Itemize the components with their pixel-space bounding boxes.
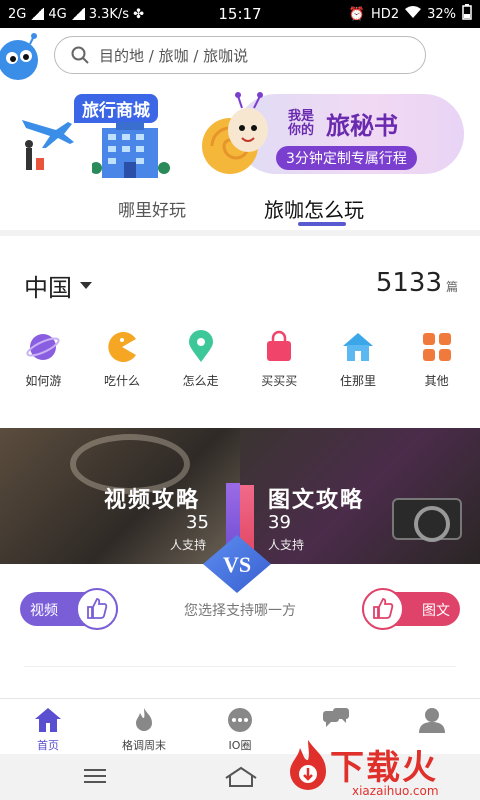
grid-icon bbox=[422, 333, 451, 361]
article-count-unit: 篇 bbox=[445, 280, 458, 294]
nav-home[interactable]: 首页 bbox=[0, 699, 96, 754]
chat-dots-icon bbox=[228, 708, 252, 732]
search-placeholder: 目的地 / 旅咖 / 旅咖说 bbox=[99, 46, 249, 65]
chevron-down-icon bbox=[80, 282, 92, 289]
network-type-2: 4G bbox=[48, 6, 67, 22]
vote-image-label: 图文 bbox=[422, 603, 450, 619]
user-icon bbox=[419, 708, 445, 733]
nav-weekend[interactable]: 格调周末 bbox=[96, 699, 192, 754]
article-count: 5133 篇 bbox=[376, 268, 458, 298]
watermark-url: xiazaihuo.com bbox=[352, 784, 439, 798]
image-support-count: 39 bbox=[268, 512, 291, 533]
watermark-text: 下载火 bbox=[330, 748, 438, 788]
nav-label: 首页 bbox=[37, 739, 59, 752]
vs-text: VS bbox=[223, 552, 251, 577]
category-label: 如何游 bbox=[25, 374, 62, 388]
category-shopping[interactable]: 买买买 bbox=[241, 330, 317, 400]
tab-how-play[interactable]: 旅咖怎么玩 bbox=[264, 194, 364, 223]
watermark-flame-logo bbox=[290, 740, 326, 790]
image-guide-title: 图文攻略 bbox=[268, 488, 365, 513]
category-stay[interactable]: 住那里 bbox=[320, 330, 396, 400]
region-selector[interactable]: 中国 bbox=[24, 268, 92, 303]
category-label: 买买买 bbox=[261, 374, 298, 388]
divider bbox=[24, 666, 456, 667]
snail-mascot-illustration bbox=[202, 92, 268, 174]
battery-level: 32% bbox=[427, 6, 456, 22]
content-tabs: 哪里好玩 旅咖怎么玩 bbox=[0, 186, 480, 236]
location-pin-icon bbox=[188, 330, 213, 362]
video-support-count: 35 bbox=[186, 512, 209, 533]
alarm-icon: ⏰ bbox=[348, 6, 366, 22]
pacman-icon bbox=[108, 332, 136, 362]
search-icon bbox=[71, 46, 89, 64]
nav-label: 格调周末 bbox=[122, 739, 166, 752]
signal-icon-2 bbox=[70, 8, 85, 20]
nav-io-circle[interactable]: IO圈 bbox=[192, 699, 288, 754]
vote-row: 视频 您选择支持哪一方 图文 bbox=[0, 588, 480, 634]
status-left: 2G 4G 3.3K/s ✤ bbox=[8, 7, 349, 22]
category-label: 吃什么 bbox=[103, 374, 140, 388]
video-guide-title: 视频攻略 bbox=[104, 488, 201, 513]
secretary-big-text: 旅秘书 bbox=[326, 112, 398, 140]
image-support-label: 人支持 bbox=[268, 538, 305, 552]
battery-icon bbox=[462, 4, 472, 24]
wifi-icon bbox=[405, 6, 422, 22]
secretary-subtitle: 3分钟定制专属行程 bbox=[276, 146, 417, 170]
status-bar: 2G 4G 3.3K/s ✤ 15:17 ⏰ HD2 32% bbox=[0, 0, 480, 28]
house-icon bbox=[342, 333, 373, 361]
region-label: 中国 bbox=[24, 274, 72, 302]
messages-icon bbox=[323, 708, 349, 727]
category-label: 怎么走 bbox=[182, 374, 219, 388]
category-other[interactable]: 其他 bbox=[399, 330, 475, 400]
category-label: 其他 bbox=[424, 374, 449, 388]
flame-icon bbox=[136, 708, 152, 731]
article-count-value: 5133 bbox=[375, 268, 442, 298]
fan-icon: ✤ bbox=[133, 6, 144, 22]
camera-image bbox=[392, 498, 462, 542]
shopping-bag-icon bbox=[267, 330, 292, 361]
promo-banner[interactable]: 旅行商城 我是你的 旅秘书 3分钟定制专属行程 bbox=[0, 86, 480, 186]
category-how-travel[interactable]: 如何游 bbox=[5, 330, 81, 400]
category-label: 住那里 bbox=[339, 374, 376, 388]
category-what-eat[interactable]: 吃什么 bbox=[84, 330, 160, 400]
network-type: 2G bbox=[8, 6, 27, 22]
video-support-label: 人支持 bbox=[170, 538, 207, 552]
home-outline-icon[interactable] bbox=[224, 766, 258, 788]
category-how-go[interactable]: 怎么走 bbox=[163, 330, 239, 400]
nav-label: IO圈 bbox=[228, 739, 252, 752]
hd-indicator: HD2 bbox=[371, 6, 400, 22]
network-speed: 3.3K/s bbox=[88, 6, 130, 22]
search-header: 目的地 / 旅咖 / 旅咖说 bbox=[0, 28, 480, 84]
mascot-logo[interactable] bbox=[0, 30, 44, 82]
planet-icon bbox=[26, 334, 60, 360]
home-icon bbox=[35, 708, 61, 732]
travel-mall-label[interactable]: 旅行商城 bbox=[74, 94, 158, 123]
vote-image-button[interactable]: 图文 bbox=[362, 588, 460, 630]
plane-traveler-illustration bbox=[22, 120, 74, 170]
vs-badge: VS bbox=[203, 535, 271, 593]
signal-icon bbox=[30, 8, 45, 20]
menu-icon[interactable] bbox=[84, 769, 106, 783]
thumbs-up-icon bbox=[362, 588, 404, 630]
secretary-small-text: 我是你的 bbox=[288, 108, 315, 138]
active-tab-indicator bbox=[298, 222, 346, 226]
search-input[interactable]: 目的地 / 旅咖 / 旅咖说 bbox=[54, 36, 426, 74]
hotel-building-illustration bbox=[92, 122, 170, 178]
tab-where-fun[interactable]: 哪里好玩 bbox=[118, 196, 186, 221]
secretary-title: 我是你的 旅秘书 bbox=[288, 106, 398, 141]
status-right: ⏰ HD2 32% bbox=[349, 4, 472, 24]
category-row: 如何游 吃什么 怎么走 买买买 住那里 其他 bbox=[0, 330, 480, 400]
